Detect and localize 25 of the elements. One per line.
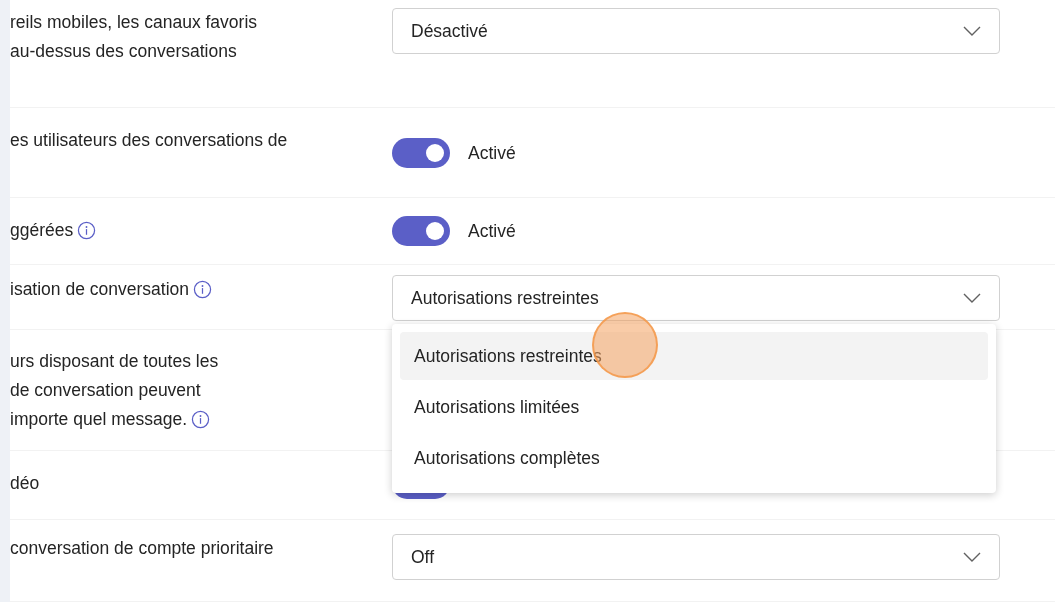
dropdown-option[interactable]: Autorisations limitées	[400, 383, 988, 431]
dropdown[interactable]: Désactivé	[392, 8, 1000, 54]
info-icon[interactable]	[77, 221, 97, 240]
dropdown-option[interactable]: Autorisations complètes	[400, 434, 988, 482]
info-icon[interactable]	[191, 410, 211, 429]
toggle-switch[interactable]	[392, 216, 450, 246]
dropdown[interactable]: Off	[392, 534, 1000, 580]
setting-label: es utilisateurs des conversations de	[10, 129, 288, 152]
chevron-down-icon	[963, 552, 981, 562]
toggle-label: Activé	[468, 142, 516, 164]
setting-label: reils mobiles, les canaux favoris	[10, 11, 258, 34]
setting-label: urs disposant de toutes les	[10, 350, 219, 373]
dropdown[interactable]: Autorisations restreintes	[392, 275, 1000, 321]
setting-label: déo	[10, 472, 40, 495]
chevron-down-icon	[963, 293, 981, 303]
setting-label: isation de conversation	[10, 278, 189, 301]
setting-label: ggérées	[10, 219, 74, 242]
toggle-label: Activé	[468, 220, 516, 242]
chevron-down-icon	[963, 26, 981, 36]
setting-label: importe quel message.	[10, 408, 188, 431]
setting-label: de conversation peuvent	[10, 379, 201, 402]
setting-label: au-dessus des conversations	[10, 40, 237, 63]
setting-label: conversation de compte prioritaire	[10, 537, 274, 560]
toggle-switch[interactable]	[392, 138, 450, 168]
info-icon[interactable]	[193, 280, 212, 299]
